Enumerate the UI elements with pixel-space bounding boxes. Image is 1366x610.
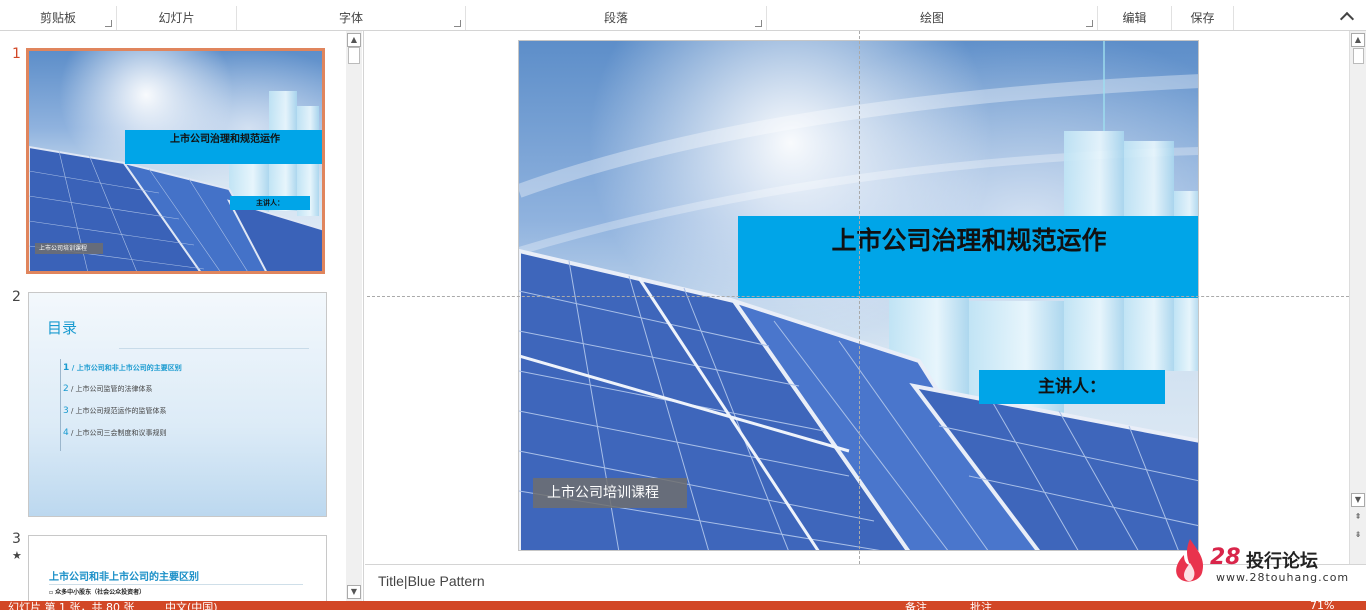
slide-title[interactable]: 上市公司治理和规范运作 bbox=[738, 216, 1198, 298]
ribbon-group-editing[interactable]: 编辑 bbox=[1098, 6, 1172, 30]
notes-text[interactable]: Title|Blue Pattern bbox=[378, 573, 485, 589]
toc-item: 2 / 上市公司监管的法律体系 bbox=[63, 384, 153, 394]
scroll-up-icon[interactable]: ▲ bbox=[1351, 33, 1365, 47]
dialog-launcher-icon[interactable] bbox=[755, 20, 762, 27]
vertical-guide[interactable] bbox=[859, 31, 860, 564]
dialog-launcher-icon[interactable] bbox=[1086, 20, 1093, 27]
flame-icon bbox=[1176, 539, 1204, 582]
group-label: 绘图 bbox=[919, 11, 944, 25]
thumbnail-number: 3 bbox=[12, 531, 21, 547]
slide-scrollbar[interactable]: ▲ ▼ ⇞ ⇟ bbox=[1349, 31, 1366, 564]
group-label: 段落 bbox=[603, 11, 628, 25]
slide-course-label[interactable]: 上市公司培训课程 bbox=[533, 478, 687, 508]
thumbnail-scrollbar[interactable]: ▲ ▼ bbox=[346, 31, 362, 601]
ribbon-group-paragraph[interactable]: 段落 bbox=[466, 6, 767, 30]
scroll-thumb[interactable] bbox=[348, 47, 360, 64]
horizontal-guide[interactable] bbox=[367, 296, 1349, 297]
zoom-level[interactable]: 71% bbox=[1310, 601, 1334, 610]
toc-heading: 目录 bbox=[47, 319, 78, 337]
language-indicator[interactable]: 中文(中国) bbox=[165, 601, 218, 610]
scroll-down-icon[interactable]: ▼ bbox=[347, 585, 361, 599]
slide-editing-area[interactable]: 上市公司治理和规范运作 主讲人： 上市公司培训课程 bbox=[365, 31, 1349, 564]
ribbon-group-drawing[interactable]: 绘图 bbox=[767, 6, 1098, 30]
notes-button[interactable]: 备注 bbox=[905, 601, 927, 610]
watermark-name: 投行论坛 bbox=[1246, 551, 1318, 572]
status-bar: 幻灯片 第 1 张，共 80 张 中文(中国) 备注 批注 71% bbox=[0, 601, 1366, 610]
ribbon-group-slides[interactable]: 幻灯片 bbox=[117, 6, 237, 30]
dialog-launcher-icon[interactable] bbox=[105, 20, 112, 27]
ribbon-group-save[interactable]: 保存 bbox=[1172, 6, 1234, 30]
watermark-url: www.28touhang.com bbox=[1216, 571, 1350, 584]
toc-item: 4 / 上市公司三会制度和议事规则 bbox=[63, 428, 167, 438]
thumbnail-slide-3[interactable]: 上市公司和非上市公司的主要区别 ▫ 众多中小股东（社会公众投资者） bbox=[28, 535, 327, 601]
slide-thumbnail-panel[interactable]: 1 上市公司治理和规范运作 主讲人： 上市公司培训课程 2 目录 1 / 上市公… bbox=[0, 31, 364, 601]
slide-speaker[interactable]: 主讲人： bbox=[979, 370, 1165, 404]
thumbnail-number: 1 bbox=[12, 46, 21, 62]
thumbnail-title: 上市公司治理和规范运作 bbox=[125, 130, 322, 164]
toc-item: 1 / 上市公司和非上市公司的主要区别 bbox=[63, 363, 182, 373]
group-label: 幻灯片 bbox=[158, 11, 195, 25]
group-label: 字体 bbox=[338, 11, 363, 25]
group-label: 编辑 bbox=[1122, 11, 1147, 25]
scroll-up-icon[interactable]: ▲ bbox=[347, 33, 361, 47]
ribbon-group-font[interactable]: 字体 bbox=[237, 6, 466, 30]
slide-counter: 幻灯片 第 1 张，共 80 张 bbox=[8, 601, 135, 610]
slide3-heading: 上市公司和非上市公司的主要区别 bbox=[49, 572, 199, 583]
scroll-thumb[interactable] bbox=[1353, 48, 1364, 64]
thumbnail-slide-2[interactable]: 目录 1 / 上市公司和非上市公司的主要区别 2 / 上市公司监管的法律体系 3… bbox=[28, 292, 327, 517]
ribbon: 剪贴板 幻灯片 字体 段落 绘图 编辑 保存 bbox=[0, 0, 1366, 31]
ribbon-group-clipboard[interactable]: 剪贴板 bbox=[0, 6, 117, 30]
collapse-ribbon-icon[interactable] bbox=[1339, 11, 1355, 27]
thumbnail-slide-1[interactable]: 上市公司治理和规范运作 主讲人： 上市公司培训课程 bbox=[26, 48, 325, 274]
slide3-bullet: ▫ 众多中小股东（社会公众投资者） bbox=[49, 589, 146, 596]
thumbnail-course: 上市公司培训课程 bbox=[35, 243, 103, 254]
comments-button[interactable]: 批注 bbox=[970, 601, 992, 610]
watermark-logo: 28 投行论坛 www.28touhang.com bbox=[1172, 537, 1362, 587]
group-label: 剪贴板 bbox=[39, 11, 76, 25]
toc-item: 3 / 上市公司规范运作的监管体系 bbox=[63, 406, 167, 416]
thumbnail-speaker: 主讲人： bbox=[230, 196, 310, 210]
dialog-launcher-icon[interactable] bbox=[454, 20, 461, 27]
group-label: 保存 bbox=[1190, 11, 1215, 25]
previous-slide-icon[interactable]: ⇞ bbox=[1351, 511, 1365, 525]
scroll-down-icon[interactable]: ▼ bbox=[1351, 493, 1365, 507]
thumbnail-number: 2 bbox=[12, 289, 21, 305]
watermark-number: 28 bbox=[1210, 545, 1241, 570]
animation-star-icon: ★ bbox=[12, 549, 22, 562]
